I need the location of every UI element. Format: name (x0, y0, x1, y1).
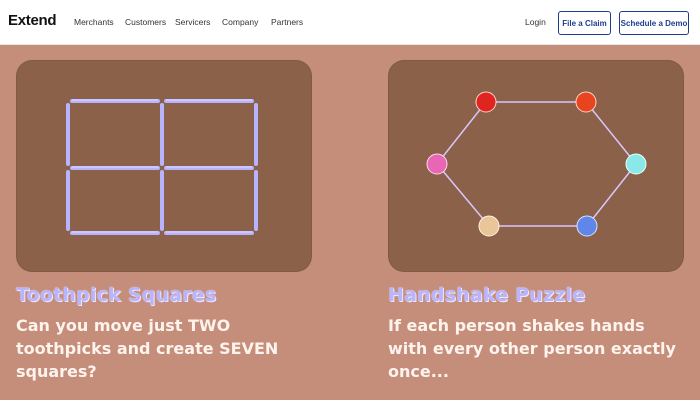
hexagon-outline (436, 101, 637, 227)
toothpick-grid-illustration (66, 99, 258, 235)
file-a-claim-button[interactable]: File a Claim (558, 11, 611, 35)
extend-logo[interactable]: Extend (8, 12, 57, 29)
nav-link-merchants[interactable]: Merchants (74, 17, 114, 27)
person-node (576, 215, 598, 237)
login-link[interactable]: Login (525, 17, 546, 27)
nav-link-servicers[interactable]: Servicers (175, 17, 210, 27)
handshake-puzzle-title[interactable]: Handshake Puzzle (388, 284, 585, 306)
nav-link-company[interactable]: Company (222, 17, 258, 27)
handshake-hexagon-illustration (426, 91, 647, 237)
person-node (426, 153, 448, 175)
toothpick-squares-card[interactable] (16, 60, 312, 272)
schedule-a-demo-button[interactable]: Schedule a Demo (619, 11, 689, 35)
nav-link-customers[interactable]: Customers (125, 17, 166, 27)
person-node (575, 91, 597, 113)
top-navbar: Extend Merchants Customers Servicers Com… (0, 0, 700, 45)
toothpick-squares-title[interactable]: Toothpick Squares (16, 284, 216, 306)
toothpick-squares-description: Can you move just TWO toothpicks and cre… (16, 316, 279, 381)
handshake-puzzle-description: If each person shakes hands with every o… (388, 316, 676, 381)
person-node (475, 91, 497, 113)
person-node (478, 215, 500, 237)
handshake-puzzle-card[interactable] (388, 60, 684, 272)
person-node (625, 153, 647, 175)
nav-link-partners[interactable]: Partners (271, 17, 303, 27)
